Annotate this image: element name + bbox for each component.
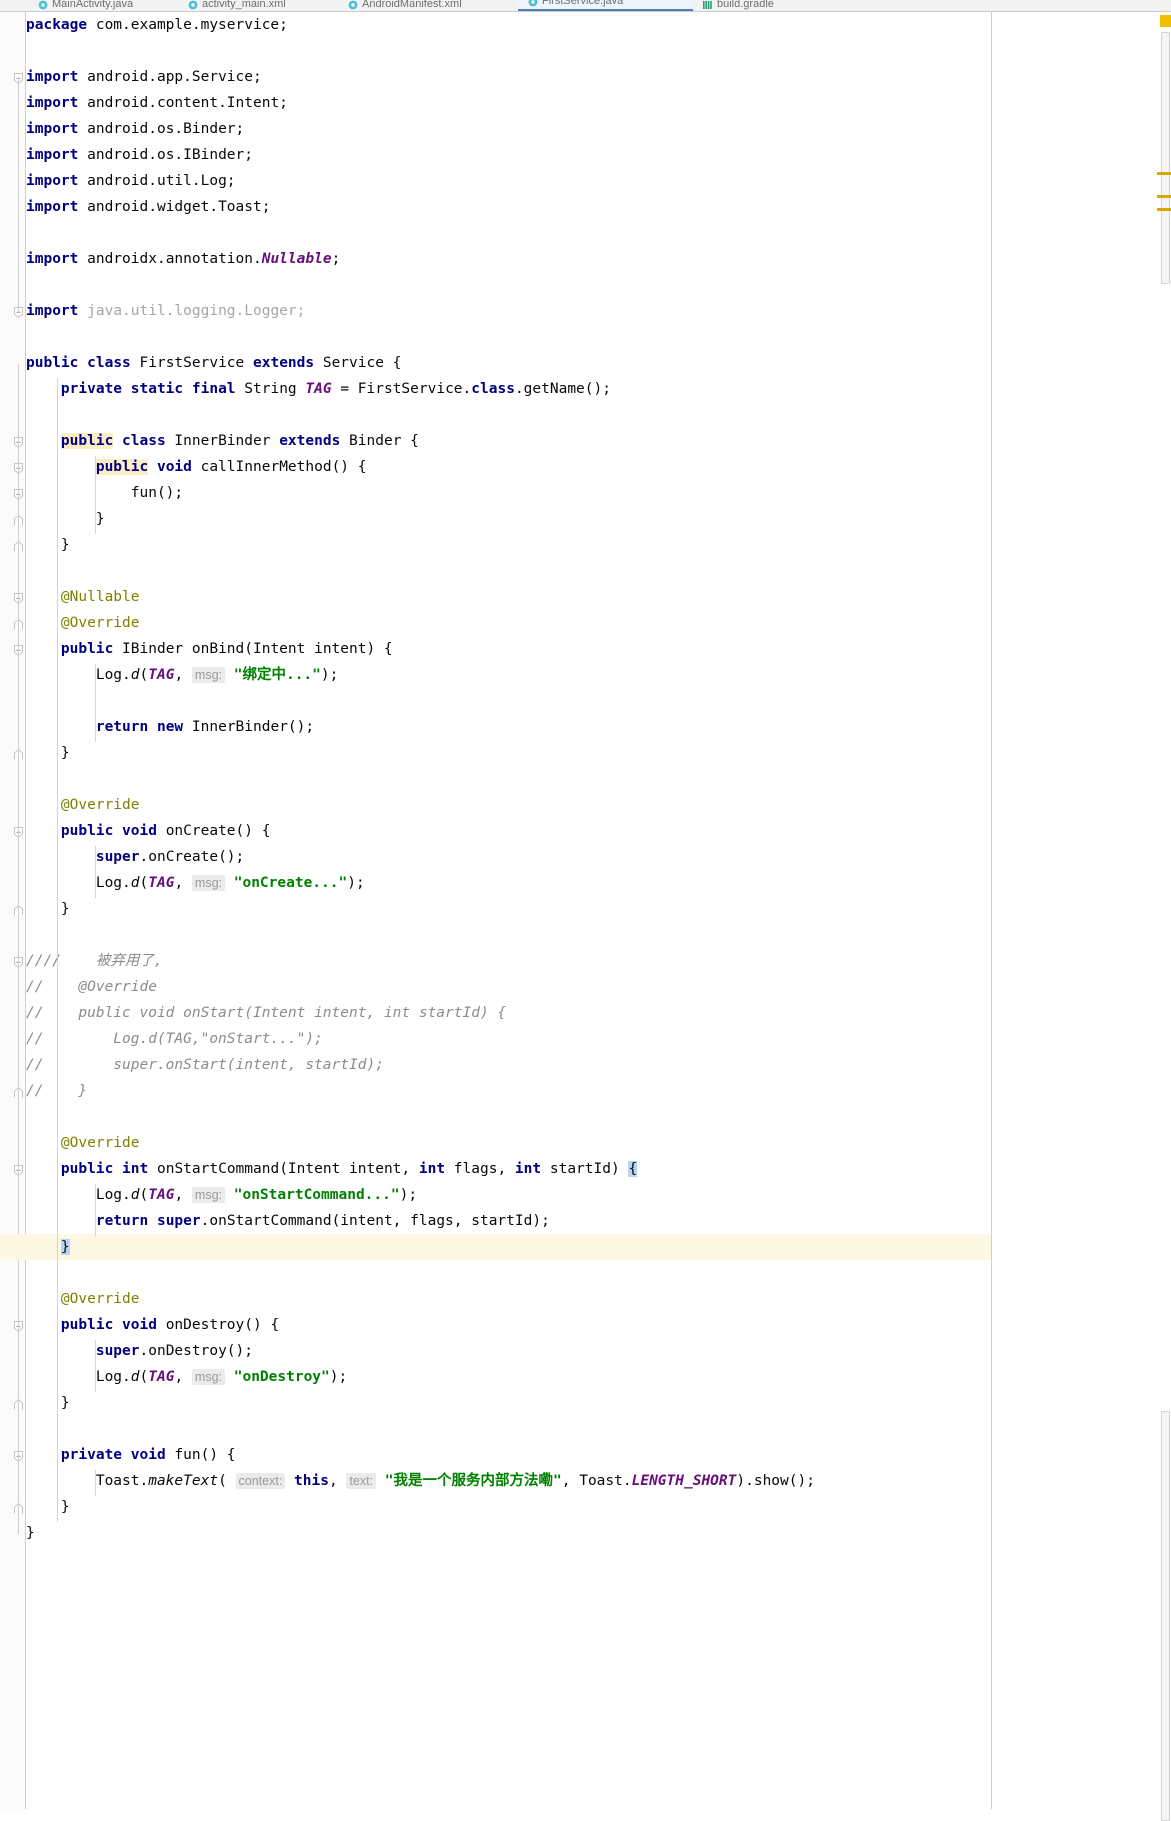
- code-line[interactable]: [0, 324, 992, 350]
- code-line[interactable]: }: [0, 532, 992, 558]
- code-line[interactable]: @Override: [0, 610, 992, 636]
- editor-tab-3[interactable]: FirstService.java: [518, 0, 693, 11]
- code-line[interactable]: import java.util.logging.Logger;: [0, 298, 992, 324]
- code-line[interactable]: // }: [0, 1078, 992, 1104]
- code-line[interactable]: @Nullable: [0, 584, 992, 610]
- gradle-icon: [703, 0, 713, 10]
- code-line[interactable]: [0, 922, 992, 948]
- code-line[interactable]: public void onCreate() {: [0, 818, 992, 844]
- code-line[interactable]: return new InnerBinder();: [0, 714, 992, 740]
- code-line[interactable]: [0, 220, 992, 246]
- code-line[interactable]: [0, 1416, 992, 1442]
- code-line[interactable]: import android.content.Intent;: [0, 90, 992, 116]
- code-line[interactable]: }: [0, 1494, 992, 1520]
- code-line[interactable]: [0, 558, 992, 584]
- code-line[interactable]: private static final String TAG = FirstS…: [0, 376, 992, 402]
- code-line[interactable]: Log.d(TAG, msg: "onCreate...");: [0, 870, 992, 896]
- code-line[interactable]: private void fun() {: [0, 1442, 992, 1468]
- code-line[interactable]: [0, 402, 992, 428]
- code-line[interactable]: // public void onStart(Intent intent, in…: [0, 1000, 992, 1026]
- code-line[interactable]: import androidx.annotation.Nullable;: [0, 246, 992, 272]
- editor-tab-2[interactable]: AndroidManifest.xml: [338, 0, 518, 11]
- code-line[interactable]: @Override: [0, 1286, 992, 1312]
- editor-tab-label: activity_main.xml: [202, 0, 286, 10]
- code-surface[interactable]: package com.example.myservice; import an…: [0, 12, 992, 1809]
- indent-guide: [95, 664, 96, 742]
- code-line[interactable]: }: [0, 1520, 992, 1546]
- code-line[interactable]: [0, 1104, 992, 1130]
- code-line[interactable]: Log.d(TAG, msg: "onStartCommand...");: [0, 1182, 992, 1208]
- editor-tab-1[interactable]: activity_main.xml: [178, 0, 338, 11]
- code-line[interactable]: }: [0, 506, 992, 532]
- code-line[interactable]: //// 被弃用了,: [0, 948, 992, 974]
- java-class-icon: [528, 0, 538, 7]
- code-line[interactable]: [0, 688, 992, 714]
- code-line[interactable]: import android.os.IBinder;: [0, 142, 992, 168]
- code-line[interactable]: import android.util.Log;: [0, 168, 992, 194]
- editor-tab-label: build.gradle: [717, 0, 774, 10]
- indent-guide: [57, 378, 58, 1522]
- editor-tab-label: FirstService.java: [542, 0, 624, 7]
- code-line[interactable]: Log.d(TAG, msg: "onDestroy");: [0, 1364, 992, 1390]
- vertical-scrollbar-thumb[interactable]: [1161, 32, 1170, 284]
- android-xml-icon: [188, 0, 198, 10]
- code-line[interactable]: public int onStartCommand(Intent intent,…: [0, 1156, 992, 1182]
- code-editor[interactable]: package com.example.myservice; import an…: [0, 12, 1171, 1821]
- editor-tab-strip[interactable]: MainActivity.java activity_main.xml Androi…: [0, 0, 1171, 12]
- scrollbar-tick-marker[interactable]: [1157, 208, 1171, 211]
- editor-tab-label: MainActivity.java: [52, 0, 134, 10]
- code-line[interactable]: public void onDestroy() {: [0, 1312, 992, 1338]
- java-class-icon: [38, 0, 48, 10]
- editor-tab-4[interactable]: build.gradle: [693, 0, 813, 11]
- indent-guide: [95, 456, 96, 534]
- code-line[interactable]: return super.onStartCommand(intent, flag…: [0, 1208, 992, 1234]
- code-line[interactable]: // super.onStart(intent, startId);: [0, 1052, 992, 1078]
- code-line[interactable]: @Override: [0, 1130, 992, 1156]
- code-line[interactable]: @Override: [0, 792, 992, 818]
- code-line[interactable]: fun();: [0, 480, 992, 506]
- code-line[interactable]: [0, 38, 992, 64]
- scrollbar-tick-marker[interactable]: [1157, 172, 1171, 175]
- code-line[interactable]: Toast.makeText( context: this, text: "我是…: [0, 1468, 992, 1494]
- code-line[interactable]: Log.d(TAG, msg: "绑定中...");: [0, 662, 992, 688]
- code-line[interactable]: public IBinder onBind(Intent intent) {: [0, 636, 992, 662]
- code-line[interactable]: package com.example.myservice;: [0, 12, 992, 38]
- code-line[interactable]: public void callInnerMethod() {: [0, 454, 992, 480]
- inspection-warning-marker[interactable]: [1160, 15, 1171, 27]
- scrollbar-tick-marker[interactable]: [1157, 195, 1171, 198]
- code-line[interactable]: }: [0, 896, 992, 922]
- code-line[interactable]: [0, 272, 992, 298]
- android-xml-icon: [348, 0, 358, 10]
- code-line[interactable]: super.onDestroy();: [0, 1338, 992, 1364]
- indent-guide: [95, 1184, 96, 1236]
- code-line[interactable]: // @Override: [0, 974, 992, 1000]
- code-line[interactable]: super.onCreate();: [0, 844, 992, 870]
- editor-tab-label: AndroidManifest.xml: [362, 0, 462, 10]
- vertical-scrollbar-thumb-lower[interactable]: [1161, 1411, 1170, 1821]
- code-line[interactable]: }: [0, 1390, 992, 1416]
- annotation-margin: [992, 12, 1171, 1809]
- code-line[interactable]: }: [0, 1234, 992, 1260]
- code-line[interactable]: [0, 766, 992, 792]
- code-line[interactable]: public class InnerBinder extends Binder …: [0, 428, 992, 454]
- indent-guide: [95, 846, 96, 898]
- code-line[interactable]: public class FirstService extends Servic…: [0, 350, 992, 376]
- indent-guide: [95, 1470, 96, 1496]
- code-line[interactable]: import android.app.Service;: [0, 64, 992, 90]
- code-line[interactable]: }: [0, 740, 992, 766]
- code-line[interactable]: // Log.d(TAG,"onStart...");: [0, 1026, 992, 1052]
- code-line[interactable]: import android.os.Binder;: [0, 116, 992, 142]
- code-line[interactable]: import android.widget.Toast;: [0, 194, 992, 220]
- code-line[interactable]: [0, 1260, 992, 1286]
- editor-tab-0[interactable]: MainActivity.java: [28, 0, 178, 11]
- indent-guide: [95, 1340, 96, 1392]
